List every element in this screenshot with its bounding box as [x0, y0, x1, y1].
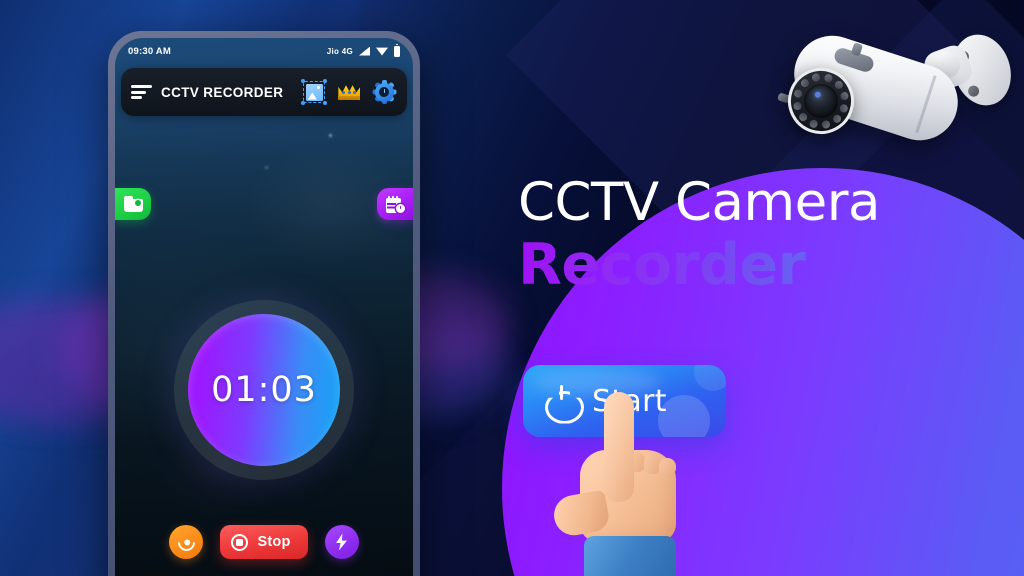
status-bar-carrier: Jio 4G	[326, 46, 353, 56]
signal-bars-icon	[359, 46, 370, 56]
recording-controls: Stop	[115, 525, 413, 559]
battery-full-icon	[394, 43, 400, 57]
schedule-calendar-clock-icon[interactable]	[377, 188, 413, 220]
status-bar-time: 09:30 AM	[128, 45, 171, 57]
screen-light-speck	[329, 134, 332, 137]
record-stop-icon	[231, 533, 249, 551]
phone-screen: 09:30 AM Jio 4G CCTV RECORDER 01:03 Stop	[115, 38, 413, 576]
stop-button-label: Stop	[257, 534, 291, 550]
pointing-hand-icon	[550, 392, 706, 576]
phone-mockup: 09:30 AM Jio 4G CCTV RECORDER 01:03 Stop	[108, 31, 420, 576]
headline-line-2: Recorder	[518, 236, 988, 294]
app-bar: CCTV RECORDER	[121, 68, 407, 116]
screen-light-speck	[265, 166, 268, 169]
recording-timer-dial[interactable]: 01:03	[174, 300, 354, 480]
gallery-image-icon[interactable]	[301, 79, 328, 105]
flash-bolt-icon[interactable]	[324, 525, 359, 559]
settings-gear-icon[interactable]	[371, 79, 397, 105]
status-bar: 09:30 AM Jio 4G	[115, 38, 413, 64]
camera-rotate-icon[interactable]	[169, 525, 204, 559]
wifi-icon	[376, 47, 388, 56]
recording-timer-inner: 01:03	[188, 314, 340, 466]
hamburger-menu-icon[interactable]	[131, 85, 152, 99]
stop-button[interactable]: Stop	[220, 525, 308, 559]
crown-icon[interactable]	[336, 79, 362, 105]
poster-stage: 09:30 AM Jio 4G CCTV RECORDER 01:03 Stop…	[0, 0, 1024, 576]
recording-timer-value: 01:03	[211, 370, 317, 410]
recordings-folder-icon[interactable]	[115, 188, 151, 220]
cctv-camera-illustration	[777, 22, 1020, 157]
page-title: CCTV Camera Recorder	[518, 172, 988, 294]
app-title: CCTV RECORDER	[161, 84, 284, 100]
headline-line-1: CCTV Camera	[518, 172, 880, 233]
